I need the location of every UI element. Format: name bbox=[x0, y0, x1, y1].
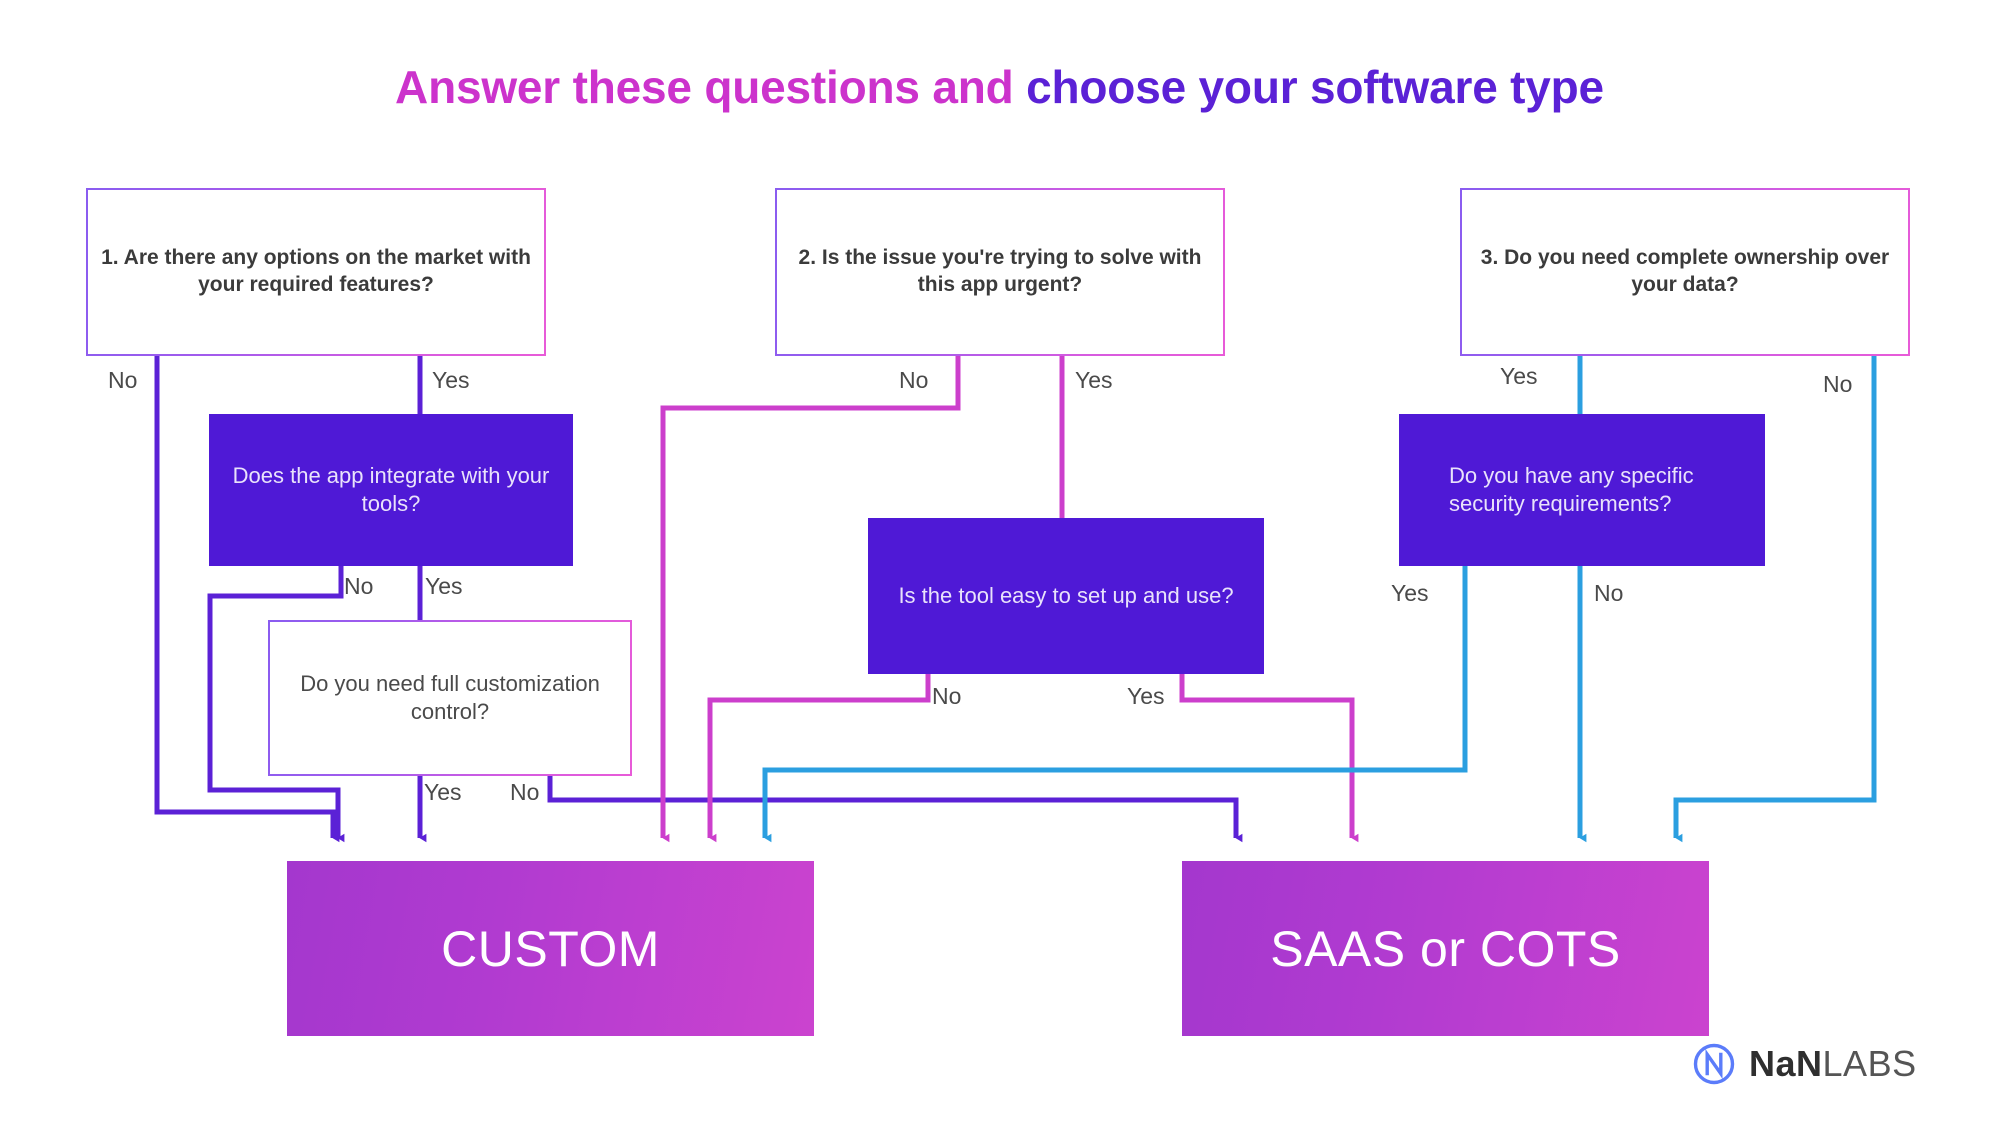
edge-label-integrate-yes: Yes bbox=[425, 573, 463, 599]
node-integrate-label: Does the app integrate with your tools? bbox=[232, 462, 550, 516]
node-q1-label: 1. Are there any options on the market w… bbox=[101, 246, 531, 296]
edge-label-customization-no: No bbox=[510, 779, 540, 805]
nanlabs-wordmark-light: LABS bbox=[1822, 1043, 1917, 1084]
wire-customization-no bbox=[547, 775, 1243, 843]
edge-label-q1-yes: Yes bbox=[432, 367, 470, 393]
node-integrate[interactable]: Does the app integrate with your tools? bbox=[209, 414, 573, 566]
node-easy-setup[interactable]: Is the tool easy to set up and use? bbox=[868, 518, 1264, 674]
edge-label-q1-no: No bbox=[108, 367, 138, 393]
edge-label-security-no: No bbox=[1594, 580, 1624, 606]
result-saas-cots-label: SAAS or COTS bbox=[1270, 920, 1621, 977]
result-custom-label: CUSTOM bbox=[441, 920, 660, 977]
nanlabs-wordmark: NaNLABS bbox=[1749, 1043, 1917, 1085]
wire-easy-yes bbox=[1179, 673, 1359, 843]
edge-label-q3-yes: Yes bbox=[1500, 363, 1538, 389]
edge-label-easy-no: No bbox=[932, 683, 962, 709]
wire-easy-no bbox=[707, 673, 931, 843]
node-q2-label: 2. Is the issue you're trying to solve w… bbox=[798, 246, 1202, 296]
flowchart-canvas: Answer these questions and choose your s… bbox=[0, 0, 1999, 1122]
result-saas-cots[interactable]: SAAS or COTS bbox=[1182, 861, 1709, 1036]
edge-label-integrate-no: No bbox=[344, 573, 374, 599]
node-q3-label: 3. Do you need complete ownership over y… bbox=[1480, 246, 1890, 296]
nanlabs-logo: NaNLABS bbox=[1693, 1043, 1917, 1085]
edge-label-customization-yes: Yes bbox=[424, 779, 462, 805]
edge-label-easy-yes: Yes bbox=[1127, 683, 1165, 709]
node-q1[interactable]: 1. Are there any options on the market w… bbox=[86, 188, 546, 356]
page-title-part-b: choose your software type bbox=[1026, 61, 1604, 113]
page-title-part-a: Answer these questions and bbox=[395, 61, 1027, 113]
nanlabs-wordmark-bold: NaN bbox=[1749, 1043, 1823, 1084]
node-security-label: Do you have any specific security requir… bbox=[1449, 462, 1694, 516]
node-q2[interactable]: 2. Is the issue you're trying to solve w… bbox=[775, 188, 1225, 356]
node-easy-setup-label: Is the tool easy to set up and use? bbox=[898, 582, 1234, 608]
result-custom[interactable]: CUSTOM bbox=[287, 861, 814, 1036]
node-customization-label: Do you need full customization control? bbox=[300, 670, 600, 724]
node-q3[interactable]: 3. Do you need complete ownership over y… bbox=[1460, 188, 1910, 356]
edge-label-q2-yes: Yes bbox=[1075, 367, 1113, 393]
edge-label-q2-no: No bbox=[899, 367, 929, 393]
edge-label-q3-no: No bbox=[1823, 371, 1853, 397]
edge-label-security-yes: Yes bbox=[1391, 580, 1429, 606]
node-security[interactable]: Do you have any specific security requir… bbox=[1399, 414, 1765, 566]
nanlabs-circle-n-icon bbox=[1693, 1043, 1735, 1085]
node-customization[interactable]: Do you need full customization control? bbox=[268, 620, 632, 776]
page-title: Answer these questions and choose your s… bbox=[0, 60, 1999, 114]
